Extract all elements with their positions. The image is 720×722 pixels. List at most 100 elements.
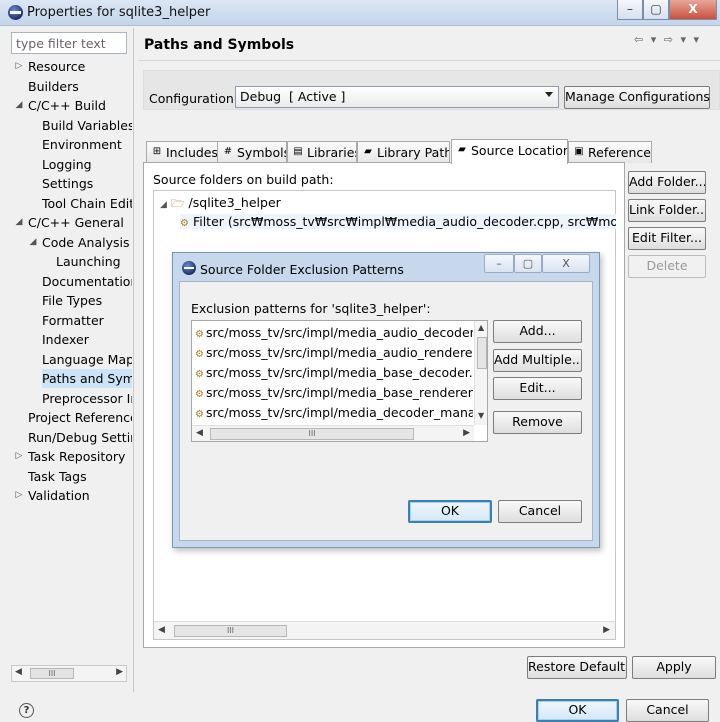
remove-pattern-button[interactable]: Remove (493, 411, 582, 434)
add-pattern-button[interactable]: Add... (493, 320, 582, 343)
filter-input[interactable] (11, 32, 127, 54)
tree-item-label: Indexer (42, 332, 89, 347)
source-folder-item[interactable]: ◢ 🗁 /sqlite3_helper (160, 195, 281, 214)
add-multiple-button[interactable]: Add Multiple... (493, 349, 582, 372)
history-nav-arrows[interactable]: ⇦ ▾ ⇨ ▾ ▾ (634, 33, 716, 49)
tree-item-label: C/C++ General (28, 215, 124, 230)
dialog-cancel-button[interactable]: Cancel (498, 500, 582, 523)
cancel-button[interactable]: Cancel (626, 699, 709, 722)
tree-item-label: Formatter (42, 312, 104, 328)
close-icon[interactable]: X (669, 0, 717, 20)
tree-item-label: Logging (42, 156, 92, 172)
expanded-twisty-icon[interactable]: ◢ (14, 213, 24, 232)
tab-includes[interactable]: ⊞ Includes (146, 141, 219, 163)
sash-divider[interactable] (133, 28, 134, 692)
scroll-thumb[interactable]: III (210, 428, 414, 440)
tab-label: Source Location (471, 143, 568, 158)
eclipse-icon (182, 261, 196, 275)
tree-item-label: Task Repository (28, 449, 126, 464)
dialog-body: Exclusion patterns for 'sqlite3_helper':… (179, 281, 593, 541)
filter-label: Filter (src₩moss_tv₩src₩impl₩media_audio… (192, 214, 616, 229)
edit-filter-button[interactable]: Edit Filter... (628, 227, 706, 250)
tree-item-label: Settings (42, 176, 94, 191)
chevron-down-icon (545, 92, 553, 97)
tree-item-label: Validation (28, 488, 90, 503)
close-icon[interactable]: X (542, 254, 590, 273)
tree-item-label: Preprocessor Ir (42, 390, 132, 406)
scroll-left-icon[interactable]: ◀ (15, 667, 22, 677)
edit-pattern-button[interactable]: Edit... (493, 377, 582, 400)
tab-icon: ▰ (364, 146, 372, 157)
list-item[interactable]: ⚙src/moss_tv/src/impl/media_decoder_mana… (195, 403, 473, 423)
tree-item-label: Run/Debug Settir (28, 429, 132, 445)
restore-defaults-button[interactable]: Restore Defaults (527, 656, 627, 679)
pattern-label: src/moss_tv/src/impl/media_audio_rendere… (206, 345, 473, 360)
configuration-label: Configuration: (149, 91, 238, 106)
exclusion-label: Exclusion patterns for 'sqlite3_helper': (191, 301, 431, 316)
tree-item-label: Code Analysis (42, 234, 130, 250)
pattern-label: src/moss_tv/src/impl/media_decoder_manag… (206, 405, 473, 420)
tab-source-location[interactable]: ▰ Source Location (451, 139, 568, 164)
property-tree[interactable]: ▷ Resource Builders ◢ C/C++ Build Build Varia… (0, 56, 132, 654)
scroll-thumb[interactable]: III (30, 668, 74, 679)
list-item[interactable]: ⚙ src/moss_tv/src/impl/media_base_rendere… (195, 383, 473, 403)
tab-library-paths[interactable]: ▰ Library Paths (357, 141, 450, 163)
scroll-left-icon[interactable]: ◀ (196, 428, 203, 438)
tree-item-label: Documentation (42, 273, 132, 289)
scroll-left-icon[interactable]: ◀ (158, 625, 165, 635)
expanded-twisty-icon[interactable]: ◢ (160, 200, 167, 210)
tab-libraries[interactable]: ▤ Libraries (287, 141, 357, 163)
tree-horizontal-scrollbar[interactable]: ◀ III ▶ (11, 665, 127, 682)
scroll-down-icon[interactable]: ▼ (478, 411, 484, 420)
filter-item[interactable]: ⚙ Filter (src₩moss_tv₩src₩impl₩media_aud… (180, 214, 616, 229)
tab-references[interactable]: ▣ References (568, 141, 652, 163)
collapsed-twisty-icon[interactable]: ▷ (14, 447, 24, 466)
dialog-ok-button[interactable]: OK (408, 500, 492, 523)
delete-button[interactable]: Delete (628, 255, 706, 278)
page-title: Paths and Symbols (144, 37, 295, 53)
pattern-icon: ⚙ (195, 389, 204, 400)
tree-item-label: Tool Chain Edit (42, 195, 132, 211)
tab-icon: # (223, 146, 233, 157)
help-icon[interactable]: ? (19, 703, 34, 718)
list-vertical-scrollbar[interactable]: ▲ ▼ (474, 321, 487, 425)
scroll-thumb[interactable]: III (174, 625, 287, 637)
collapsed-twisty-icon[interactable]: ▷ (14, 486, 24, 505)
scroll-right-icon[interactable]: ▶ (463, 428, 470, 438)
configuration-select[interactable]: Debug [ Active ] (235, 86, 559, 108)
expanded-twisty-icon[interactable]: ◢ (14, 96, 24, 115)
eclipse-icon (8, 5, 23, 20)
maximize-icon[interactable]: ▢ (514, 254, 542, 273)
minimize-icon[interactable]: – (617, 0, 643, 20)
scroll-thumb[interactable] (477, 337, 487, 369)
apply-button[interactable]: Apply (632, 656, 716, 679)
scroll-right-icon[interactable]: ▶ (116, 667, 123, 677)
tree-item-label: Language Map (42, 351, 132, 367)
list-item[interactable]: ⚙ src/moss_tv/src/impl/media_audio_decode… (195, 323, 473, 343)
ok-button[interactable]: OK (536, 699, 619, 722)
list-item[interactable]: ⚙ src/moss_tv/src/impl/media_base_decoder… (195, 363, 473, 383)
link-folder-button[interactable]: Link Folder... (628, 199, 706, 222)
pattern-icon: ⚙ (195, 369, 204, 380)
list-item[interactable]: ⚙ src/moss_tv/src/impl/media_audio_render… (195, 343, 473, 363)
tab-symbols[interactable]: # Symbols (217, 141, 287, 163)
tree-item-label: Launching (56, 254, 121, 269)
collapsed-twisty-icon[interactable]: ▷ (14, 57, 24, 76)
tab-icon: ▰ (458, 144, 466, 155)
exclusion-pattern-list[interactable]: ⚙ src/moss_tv/src/impl/media_audio_decode… (191, 320, 488, 442)
minimize-icon[interactable]: – (484, 254, 514, 273)
dialog-title: Source Folder Exclusion Patterns (200, 262, 404, 277)
add-folder-button[interactable]: Add Folder... (628, 171, 706, 194)
expanded-twisty-icon[interactable]: ◢ (28, 233, 38, 252)
maximize-icon[interactable]: ▢ (643, 0, 669, 20)
scroll-right-icon[interactable]: ▶ (603, 625, 610, 635)
manage-configurations-button[interactable]: Manage Configurations... (564, 86, 710, 109)
scroll-up-icon[interactable]: ▲ (478, 323, 484, 332)
tree-item-label: Project Reference (28, 410, 132, 425)
source-tree-horizontal-scrollbar[interactable]: ◀ III ▶ (154, 621, 615, 639)
tree-item-label: Builders (28, 78, 79, 94)
list-horizontal-scrollbar[interactable]: ◀ III ▶ (192, 425, 474, 441)
pattern-label: src/moss_tv/src/impl/media_audio_decoder… (206, 325, 473, 340)
exclusion-patterns-dialog: Source Folder Exclusion Patterns – ▢ X E… (172, 252, 600, 548)
tab-label: References (588, 145, 652, 160)
